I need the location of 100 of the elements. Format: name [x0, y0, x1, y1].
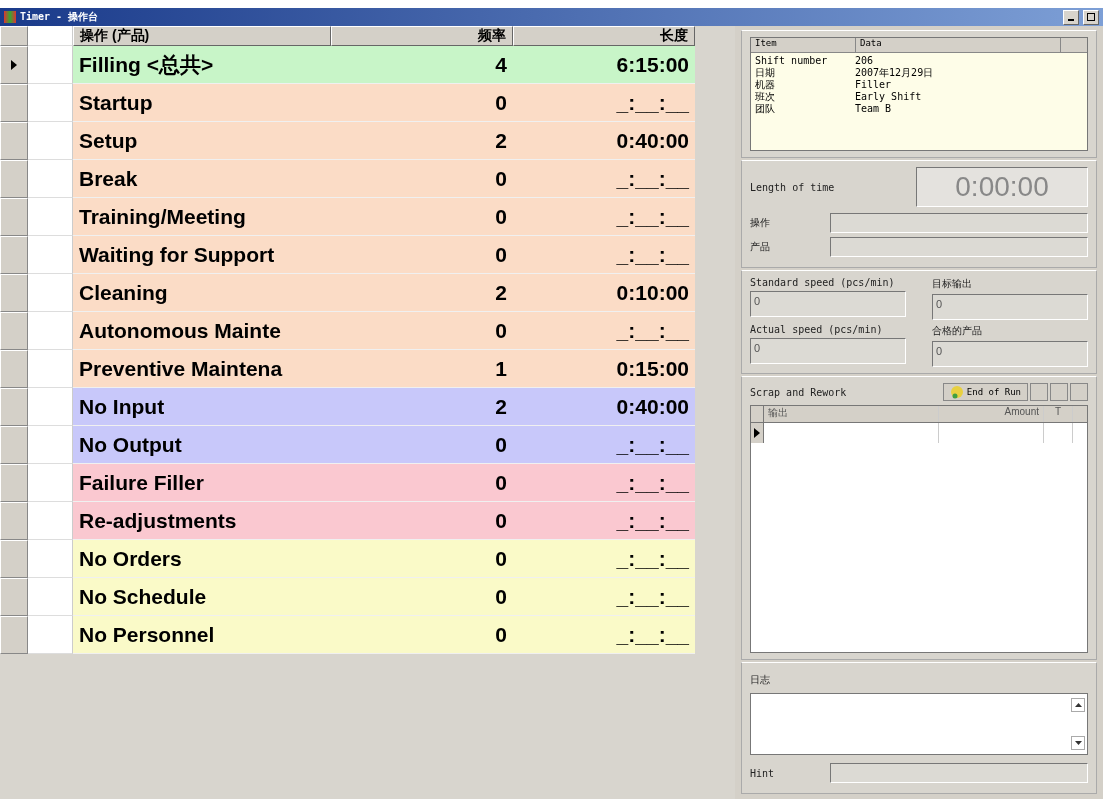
table-cell: No Orders: [73, 540, 331, 578]
column-header[interactable]: 操作 (产品): [73, 26, 331, 46]
table-cell: 2: [331, 122, 513, 160]
table-cell: 4: [331, 46, 513, 84]
window-title: Timer - 操作台: [20, 10, 99, 24]
input-field[interactable]: 0: [750, 291, 906, 317]
column-header[interactable]: Amount: [939, 406, 1044, 422]
table-cell: 0: [331, 426, 513, 464]
blank-cell: [28, 578, 73, 616]
table-cell: Break: [73, 160, 331, 198]
field-label: 产品: [750, 240, 771, 254]
column-header[interactable]: Item: [751, 38, 856, 52]
blank-cell: [28, 502, 73, 540]
column-header[interactable]: T: [1044, 406, 1073, 422]
field-label: 合格的产品: [932, 324, 983, 338]
field-label: 目标输出: [932, 277, 973, 291]
corner-cell: [0, 26, 28, 46]
blank-cell: [28, 464, 73, 502]
timer-label: Length of time: [750, 181, 835, 193]
table-cell: 0:15:00: [513, 350, 695, 388]
table-cell: Waiting for Support: [73, 236, 331, 274]
table-cell: No Output: [73, 426, 331, 464]
tool-button[interactable]: [1070, 383, 1088, 401]
table-cell: _:__:__: [513, 84, 695, 122]
column-header[interactable]: 频率: [331, 26, 513, 46]
scroll-up-icon[interactable]: [1071, 698, 1085, 712]
tool-button[interactable]: [1050, 383, 1068, 401]
input-field[interactable]: 0: [750, 338, 906, 364]
input-field[interactable]: [830, 237, 1088, 257]
table-cell: Training/Meeting: [73, 198, 331, 236]
input-field[interactable]: [830, 213, 1088, 233]
field-label: 操作: [750, 216, 771, 230]
table-cell: Startup: [73, 84, 331, 122]
item-label: 日期: [755, 67, 776, 79]
table-cell: _:__:__: [513, 616, 695, 654]
table-cell: _:__:__: [513, 540, 695, 578]
table-cell: 0: [331, 578, 513, 616]
row-header[interactable]: [751, 423, 764, 443]
blank-cell: [28, 198, 73, 236]
item-label: 班次: [755, 91, 776, 103]
table-cell: _:__:__: [513, 502, 695, 540]
table-cell: Re-adjustments: [73, 502, 331, 540]
input-field[interactable]: 0: [932, 294, 1088, 320]
table-cell: Autonomous Mainte: [73, 312, 331, 350]
scroll-down-icon[interactable]: [1071, 736, 1085, 750]
item-value: Filler: [855, 79, 892, 91]
table-cell: 0: [331, 312, 513, 350]
input-field[interactable]: 0: [932, 341, 1088, 367]
table-cell: 0: [331, 160, 513, 198]
table-cell: 6:15:00: [513, 46, 695, 84]
column-header[interactable]: Data: [856, 38, 1061, 52]
blank-cell: [28, 160, 73, 198]
column-header[interactable]: 输出: [764, 406, 939, 422]
row-pointer-icon: [754, 428, 760, 438]
blank-cell: [28, 312, 73, 350]
row-pointer-icon: [11, 60, 17, 70]
table-cell: _:__:__: [513, 236, 695, 274]
field-label: Actual speed (pcs/min): [750, 324, 884, 335]
table-cell: _:__:__: [513, 160, 695, 198]
maximize-icon: [1087, 13, 1095, 21]
end-of-run-button[interactable]: End of Run: [942, 383, 1028, 401]
item-label: Shift number: [755, 55, 829, 67]
minimize-button[interactable]: [1063, 9, 1079, 25]
log-textarea[interactable]: [750, 693, 1088, 755]
table-cell: 0: [331, 236, 513, 274]
table-cell: Setup: [73, 122, 331, 160]
table-cell: 0: [331, 540, 513, 578]
table-cell: _:__:__: [513, 578, 695, 616]
blank-cell: [28, 350, 73, 388]
table-cell: 0: [331, 464, 513, 502]
table-cell: Cleaning: [73, 274, 331, 312]
table-cell: 0: [331, 616, 513, 654]
table-cell: 0: [331, 84, 513, 122]
table-cell: 0: [331, 198, 513, 236]
tool-button[interactable]: [1030, 383, 1048, 401]
item-value: 206: [855, 55, 874, 67]
table-cell: 0: [331, 502, 513, 540]
table-cell: No Input: [73, 388, 331, 426]
field-label: Standard speed (pcs/min): [750, 277, 896, 288]
table-cell: No Schedule: [73, 578, 331, 616]
item-label: 团队: [755, 103, 776, 115]
blank-cell: [28, 46, 73, 84]
table-cell: 2: [331, 274, 513, 312]
maximize-button[interactable]: [1083, 9, 1099, 25]
table-cell: _:__:__: [513, 198, 695, 236]
timer-display: 0:00:00: [916, 167, 1088, 207]
table-cell: 0:10:00: [513, 274, 695, 312]
app-icon: [4, 11, 16, 23]
table-cell: 1: [331, 350, 513, 388]
flag-icon: [949, 385, 964, 399]
table-cell: 0:40:00: [513, 388, 695, 426]
blank-cell: [28, 388, 73, 426]
item-label: 机器: [755, 79, 776, 91]
table-cell: _:__:__: [513, 464, 695, 502]
table-cell: Preventive Maintena: [73, 350, 331, 388]
blank-cell: [28, 540, 73, 578]
table-cell: _:__:__: [513, 312, 695, 350]
table-cell: No Personnel: [73, 616, 331, 654]
section-label: Scrap and Rework: [750, 386, 847, 398]
column-header[interactable]: 长度: [513, 26, 695, 46]
